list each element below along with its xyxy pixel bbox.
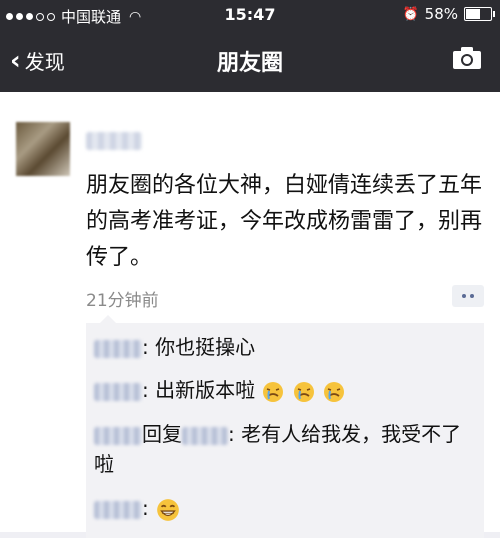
grinning-face-emoji [157,498,179,521]
camera-icon[interactable] [452,46,482,70]
comments-section: : 你也挺操心 : 出新版本啦 回复: 老有人给我发，我受不了啦 : [86,315,484,538]
battery-icon [464,7,495,21]
commenter-name-blurred[interactable] [94,500,142,519]
comment-item[interactable]: : [94,493,181,523]
post-text: 朋友圈的各位大神，白娅倩连续丢了五年的高考准考证，今年改成杨雷雷了，别再传了。 [86,173,483,270]
commenter-name-blurred[interactable] [94,382,142,401]
status-right: ⏰ 58% [402,5,495,23]
battery-percent: 58% [424,5,458,23]
reply-target-blurred[interactable] [182,426,228,445]
comment-text: 你也挺操心 [155,335,256,359]
reply-word: 回复 [142,422,182,446]
nav-bar: ‹ 发现 朋友圈 [0,30,500,92]
crying-face-emoji [263,381,284,402]
username-blurred[interactable] [86,132,142,150]
moment-post: 朋友圈的各位大神，白娅倩连续丢了五年的高考准考证，今年改成杨雷雷了，别再传了。 … [0,92,500,538]
comment-item[interactable]: : 出新版本啦 [94,375,346,405]
commenter-name-blurred[interactable] [94,339,142,358]
comment-text: 出新版本啦 [155,378,256,402]
post-time: 21分钟前 [86,291,159,311]
commenter-name-blurred[interactable] [94,426,142,445]
status-bar: 中国联通 ◠ 15:47 ⏰ 58% [0,0,500,30]
alarm-icon: ⏰ [402,6,419,22]
page-title: 朋友圈 [216,51,283,76]
crying-face-emoji [293,381,314,402]
top-bar: 中国联通 ◠ 15:47 ⏰ 58% ‹ 发现 朋友圈 [0,0,500,92]
comment-item[interactable]: 回复: 老有人给我发，我受不了啦 [94,419,478,479]
crying-face-emoji [324,381,345,402]
avatar[interactable] [16,122,70,176]
comment-button[interactable] [452,285,484,307]
comment-item[interactable]: : 你也挺操心 [94,332,255,362]
